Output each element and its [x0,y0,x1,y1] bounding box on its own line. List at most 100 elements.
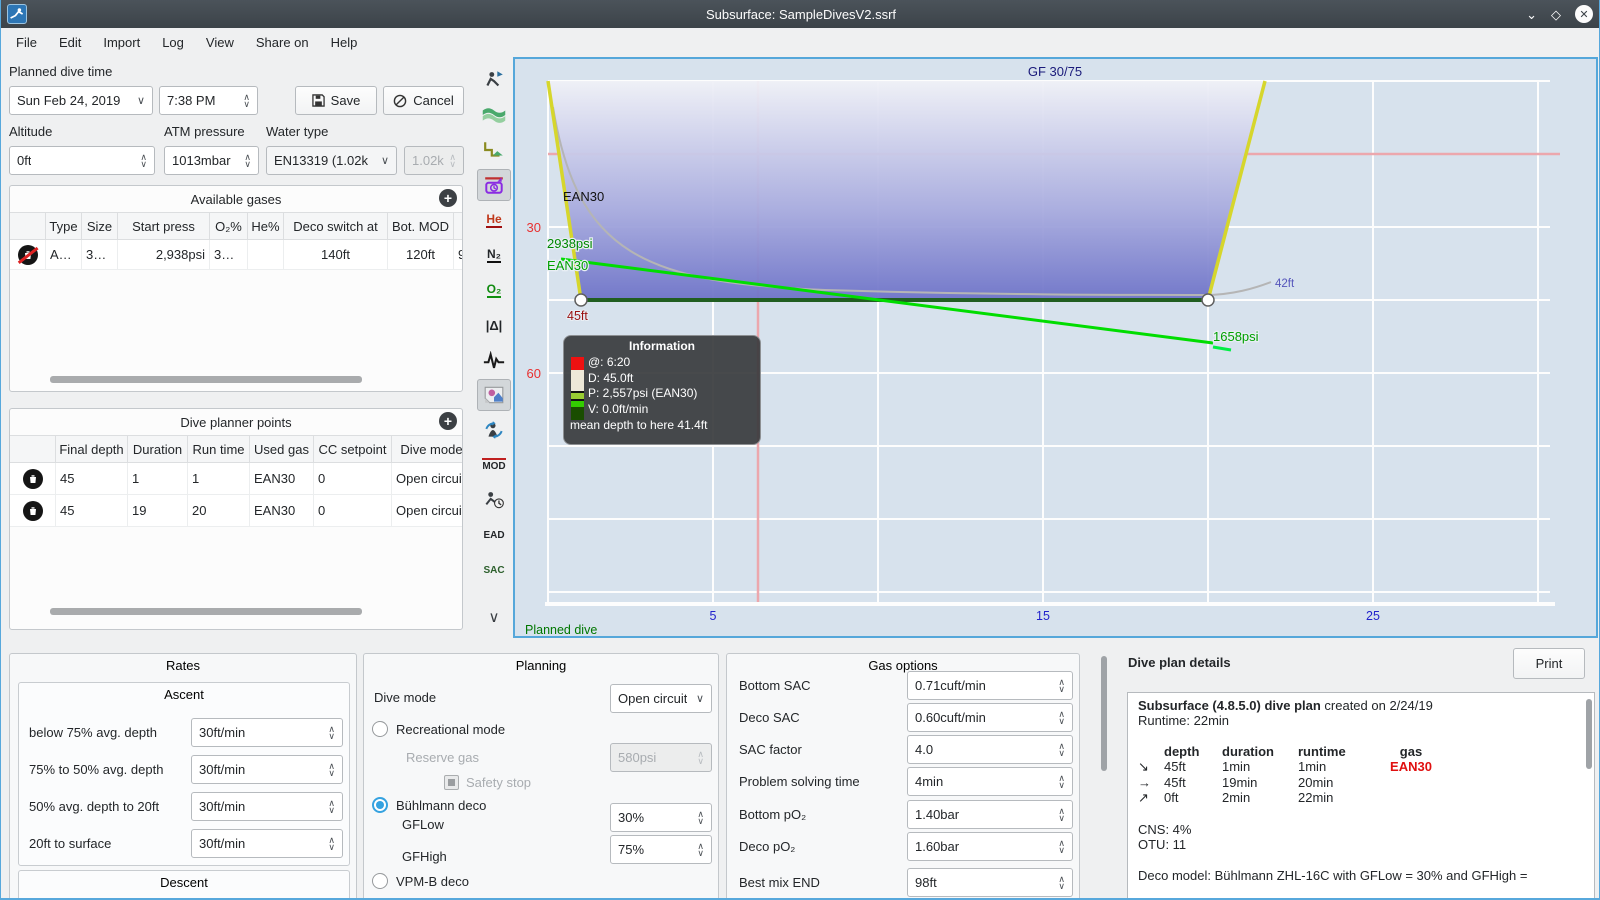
altitude-spinbox[interactable]: 0ft [9,146,155,175]
planning-panel: Planning Dive mode Open circuit Recreati… [363,653,719,898]
safety-stop-label: Safety stop [466,775,532,790]
planner-row[interactable]: 45 1 1 EAN30 0 Open circuit [10,463,462,495]
dive-time-spinbox[interactable]: 7:38 PM [159,86,258,115]
bottom-po2-spinbox[interactable]: 1.40bar [907,800,1073,829]
gas-switch-icon[interactable] [477,414,511,446]
add-gas-button[interactable]: + [439,189,457,207]
o2-graph-icon[interactable]: O₂ [477,274,511,306]
rate-spinbox[interactable]: 30ft/min [191,718,343,747]
dive-profile-chart[interactable]: GF 30/75 EAN30 30 60 2938psi EAN30 45ft … [513,57,1598,638]
bottom-vscrollbar[interactable] [1101,656,1107,771]
save-button[interactable]: Save [295,86,377,115]
save-icon [311,94,325,107]
he-graph-icon[interactable]: He [477,204,511,236]
spinner-arrows-icon [135,154,147,168]
atm-pressure-label: ATM pressure [164,124,245,139]
available-gases-panel: Available gases + Type Size Start press O₂… [9,185,463,392]
menu-import[interactable]: Import [92,28,151,57]
problem-time-spinbox[interactable]: 4min [907,767,1073,796]
menu-log[interactable]: Log [151,28,195,57]
deco-po2-spinbox[interactable]: 1.60bar [907,832,1073,861]
gas-option-label: Best mix END [739,875,820,890]
tooltip-velocity: V: 0.0ft/min [588,401,649,416]
gases-header-row: Type Size Start press O₂% He% Deco switch a… [10,212,462,240]
planner-points-panel: Dive planner points + Final depth Duratio… [9,408,463,630]
minimize-icon[interactable]: ⌄ [1526,8,1537,21]
tissues-icon[interactable] [477,169,511,201]
rates-title: Rates [166,657,200,673]
chevron-down-icon [132,94,145,107]
rates-panel: Rates Ascent below 75% avg. depth 30ft/m… [9,653,357,898]
spinner-arrows-icon [692,751,704,765]
plan-table-header: depth duration runtime gas [1164,744,1423,759]
bottom-sac-spinbox[interactable]: 0.71cuft/min [907,671,1073,700]
plan-vscrollbar[interactable] [1586,699,1592,769]
gas-row[interactable]: A…3… 2,938psi 3… 140ft 120ft 98ft [10,240,462,270]
add-point-button[interactable]: + [439,412,457,430]
planner-hscrollbar[interactable] [50,608,362,615]
rate-label: 75% to 50% avg. depth [29,762,164,777]
cancel-button[interactable]: Cancel [383,86,464,115]
plan-table-row: ↗ 0ft 2min 22min [1138,790,1334,805]
toolbar-scroll-down-icon[interactable]: ∨ [477,608,511,626]
bottom-depth-label: 45ft [567,309,588,323]
delete-point-icon[interactable] [22,500,43,521]
water-type-combo[interactable]: EN13319 (1.02k [266,146,397,175]
ceiling-increments-icon[interactable] [477,134,511,166]
plan-details-text[interactable]: Subsurface (4.8.5.0) dive plan created o… [1127,692,1595,898]
chevron-down-icon [376,154,389,167]
rate-spinbox[interactable]: 30ft/min [191,829,343,858]
ruler-icon[interactable]: |Δ| [477,309,511,341]
spinner-arrows-icon [1053,743,1065,757]
spinner-arrows-icon [238,94,250,108]
sac-factor-spinbox[interactable]: 4.0 [907,735,1073,764]
profile-handle[interactable] [574,293,588,307]
deco-sac-spinbox[interactable]: 0.60cuft/min [907,703,1073,732]
titlebar[interactable]: Subsurface: SampleDivesV2.ssrf ⌄ ◇ ✕ [1,0,1599,28]
n2-graph-icon[interactable]: N₂ [477,239,511,271]
atm-pressure-spinbox[interactable]: 1013mbar [164,146,259,175]
menubar: File Edit Import Log View Share on Help [1,28,1599,57]
info-tooltip[interactable]: Information @: 6:20 D: 45.0ft P: 2,557ps… [563,335,761,445]
recreational-radio[interactable] [372,721,388,737]
menu-edit[interactable]: Edit [48,28,92,57]
time-tick-15: 15 [1036,609,1050,623]
menu-view[interactable]: View [195,28,245,57]
ead-icon[interactable]: EAD [477,519,511,551]
delete-point-icon[interactable] [22,468,43,489]
spinner-arrows-icon [1053,711,1065,725]
buhlmann-radio[interactable] [372,797,388,813]
rate-spinbox[interactable]: 30ft/min [191,792,343,821]
planner-row[interactable]: 45 19 20 EAN30 0 Open circuit [10,495,462,527]
profile-handle[interactable] [1201,293,1215,307]
close-icon[interactable]: ✕ [1575,5,1593,23]
available-gases-title: Available gases [190,191,282,207]
gflow-spinbox[interactable]: 30% [610,803,712,832]
rate-spinbox[interactable]: 30ft/min [191,755,343,784]
best-mix-end-spinbox[interactable]: 98ft [907,868,1073,897]
mod-icon[interactable]: MOD [477,449,511,481]
dive-date-combo[interactable]: Sun Feb 24, 2019 [9,86,153,115]
photos-icon[interactable] [477,379,511,411]
dive-mode-combo[interactable]: Open circuit [610,684,712,713]
gas-option-label: Bottom pO₂ [739,807,807,822]
maximize-icon[interactable]: ◇ [1551,8,1561,21]
menu-help[interactable]: Help [320,28,369,57]
gfhigh-spinbox[interactable]: 75% [610,835,712,864]
heart-rate-icon[interactable] [477,344,511,376]
calculated-ceiling-icon[interactable] [477,99,511,131]
plan-runtime: Runtime: 22min [1138,713,1230,728]
delete-gas-icon[interactable] [17,244,38,265]
spinner-arrows-icon [1053,840,1065,854]
menu-file[interactable]: File [5,28,48,57]
chart-footer-label: Planned dive [525,623,597,636]
planner-header-row: Final depth Duration Run time Used gas CC … [10,435,462,463]
menu-share-on[interactable]: Share on [245,28,320,57]
rate-label: 50% avg. depth to 20ft [29,799,160,814]
vpmb-radio[interactable] [372,873,388,889]
gases-hscrollbar[interactable] [50,376,362,383]
dc-ceiling-icon[interactable] [477,64,511,96]
print-button[interactable]: Print [1513,648,1585,679]
sac-icon[interactable]: SAC [477,554,511,586]
ndl-tts-icon[interactable] [477,484,511,516]
